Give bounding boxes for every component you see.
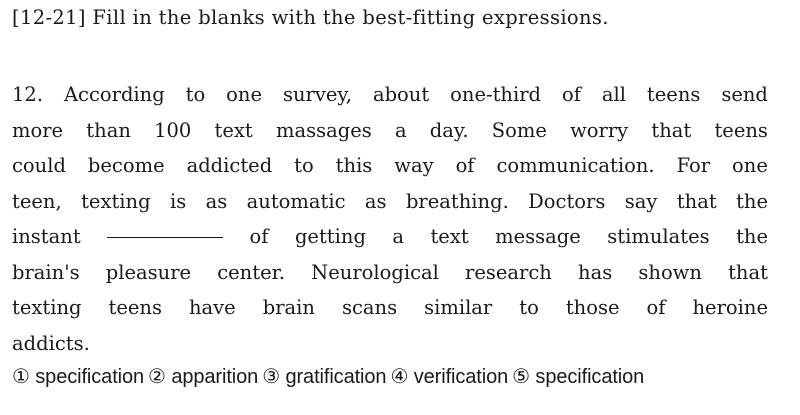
passage-word: For (676, 154, 711, 177)
passage-word: that (651, 118, 692, 142)
passage-word: has (578, 260, 613, 284)
passage-word: According (63, 83, 165, 106)
passage-word: 100 (154, 118, 192, 142)
passage-word: could (12, 154, 66, 177)
passage-word: send (721, 83, 768, 106)
passage-word: all (601, 83, 626, 106)
passage-word: of (561, 83, 581, 106)
passage-word: getting (294, 225, 366, 248)
passage-word: those (565, 296, 620, 319)
passage-word: a (394, 118, 407, 142)
passage-word: more (12, 118, 64, 142)
answer-blank (107, 219, 224, 238)
passage-line: 12. According to one survey, about one-third of… (12, 77, 768, 113)
passage-word: pleasure (105, 260, 192, 284)
passage-word: day. (429, 118, 469, 142)
passage-word: of (249, 225, 269, 248)
passage-word: scans (341, 296, 398, 319)
passage-word: have (188, 296, 236, 319)
passage-word: one (226, 83, 262, 106)
passage-word: research (465, 260, 552, 284)
passage-line: could become addicted to this way of communicat… (12, 148, 768, 184)
passage-word: text (430, 225, 469, 248)
passage-word: of (646, 296, 666, 319)
passage-word: brain's (12, 260, 80, 284)
answer-choice-1[interactable]: ① specification (12, 366, 144, 388)
passage-word: texting (81, 189, 151, 213)
passage-word: to (294, 154, 314, 177)
question-passage: 12. According to one survey, about one-third of… (12, 77, 768, 361)
passage-line: more than 100 text massages a day. Some worry tha… (12, 113, 768, 149)
passage-word: one-third (450, 83, 542, 106)
passage-word: to (185, 83, 206, 106)
passage-word: stimulates (607, 225, 710, 248)
passage-word: communication. (496, 154, 655, 177)
passage-line: instant of getting a text message stimulates th… (12, 219, 768, 255)
passage-word: center. (217, 260, 285, 284)
passage-line: texting teens have brain scans similar to those… (12, 290, 768, 326)
passage-word: addicts. (12, 331, 90, 355)
passage-line: addicts. (12, 326, 768, 362)
passage-word: than (86, 118, 131, 142)
passage-word: shown (638, 260, 702, 284)
passage-word: way (394, 154, 434, 177)
passage-word: heroine (692, 296, 768, 319)
passage-word: worry (570, 118, 629, 142)
passage-word: a (392, 225, 405, 248)
answer-choice-5[interactable]: ⑤ specification (512, 366, 644, 388)
passage-word: teens (646, 83, 701, 106)
passage-word: say (624, 189, 658, 213)
answer-choices: ① specification ② apparition ③ gratificati… (12, 364, 648, 389)
passage-word: about (372, 83, 430, 106)
passage-word: teen, (12, 189, 62, 213)
passage-word: as (364, 189, 387, 213)
answer-choice-2[interactable]: ② apparition (148, 366, 258, 388)
passage-word: teens (108, 296, 162, 319)
passage-word: as (205, 189, 228, 213)
passage-word: teens (714, 118, 768, 142)
passage-word: become (87, 154, 165, 177)
passage-word: automatic (246, 189, 346, 213)
passage-word: survey, (282, 83, 353, 106)
passage-word: brain (262, 296, 315, 319)
passage-word: one (732, 154, 768, 177)
passage-word: Neurological (311, 260, 439, 284)
answer-choice-4[interactable]: ④ verification (390, 366, 508, 388)
passage-word: instant (12, 225, 81, 248)
passage-word: is (169, 189, 187, 213)
passage-word: Doctors (528, 189, 606, 213)
passage-word: massages (275, 118, 372, 142)
passage-word: to (519, 296, 539, 319)
answer-choice-3[interactable]: ③ gratification (262, 366, 386, 388)
passage-word: of (455, 154, 475, 177)
passage-word: similar (424, 296, 493, 319)
passage-line: teen, texting is as automatic as breathing. Doc… (12, 184, 768, 220)
passage-word: addicted (186, 154, 273, 177)
passage-line: brain's pleasure center. Neurological resear… (12, 255, 768, 291)
worksheet-page: [12-21] Fill in the blanks with the best… (0, 0, 800, 415)
passage-word: that (728, 260, 768, 284)
passage-word: message (495, 225, 581, 248)
passage-word: the (736, 189, 768, 213)
passage-word: texting (12, 296, 82, 319)
passage-word: breathing. (405, 189, 509, 213)
passage-word: that (676, 189, 717, 213)
passage-word: this (335, 154, 373, 177)
instruction-heading: [12-21] Fill in the blanks with the best… (12, 6, 609, 29)
passage-word: text (214, 118, 253, 142)
passage-word: Some (491, 118, 547, 142)
passage-word: the (736, 225, 768, 248)
passage-word: 12. (12, 83, 44, 106)
